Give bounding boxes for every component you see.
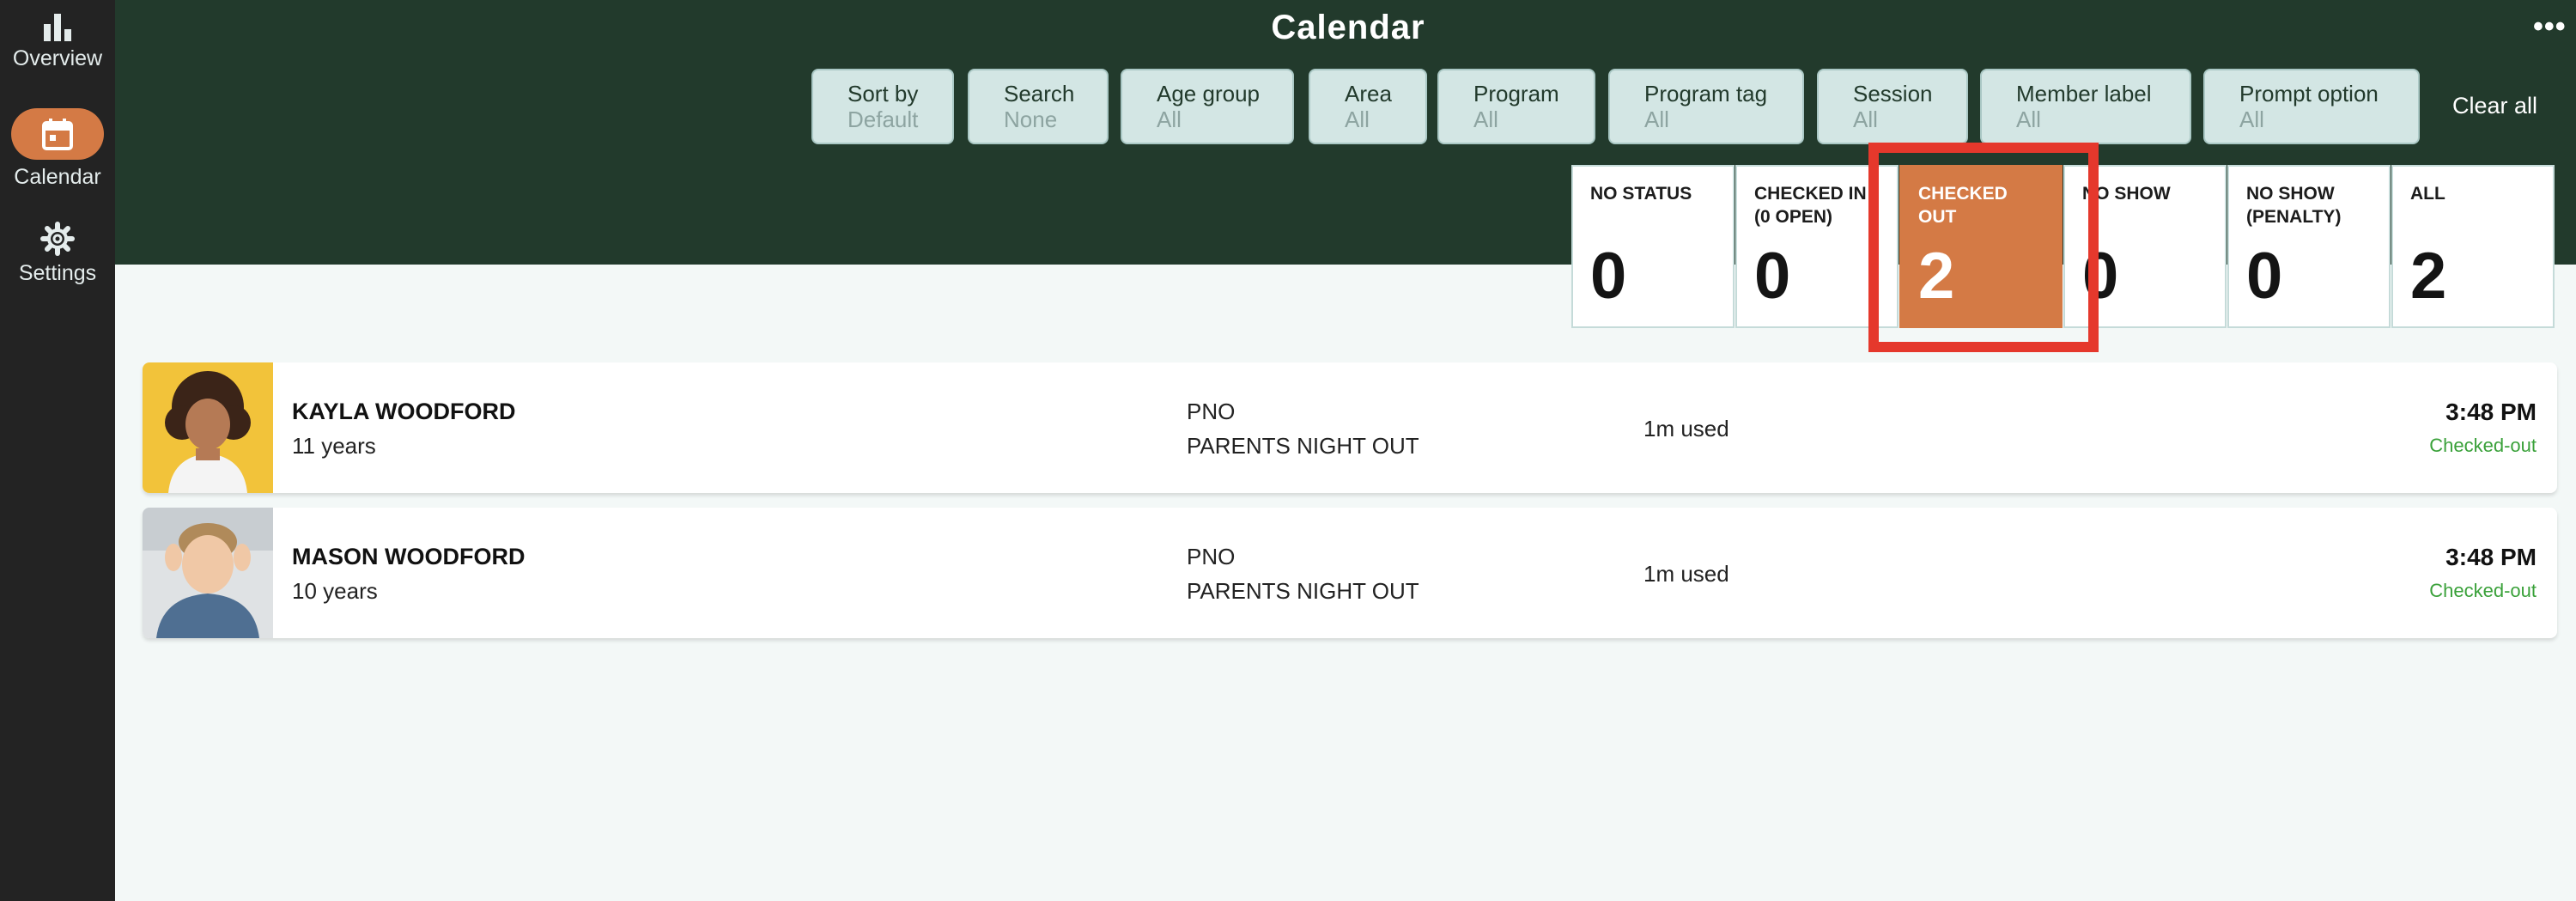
active-indicator bbox=[11, 108, 104, 160]
status-text: Checked-out bbox=[2429, 580, 2537, 601]
filter-value: All bbox=[2239, 107, 2264, 132]
filter-value: None bbox=[1004, 107, 1058, 132]
sidebar-item-calendar[interactable]: Calendar bbox=[0, 108, 115, 190]
filter-sort-by[interactable]: Sort by Default bbox=[811, 69, 954, 144]
sidebar-item-label: Calendar bbox=[14, 165, 101, 189]
member-age: 10 years bbox=[292, 578, 378, 604]
filter-area[interactable]: Area All bbox=[1309, 69, 1427, 144]
filter-label: Program tag bbox=[1644, 81, 1768, 107]
bar-chart-icon bbox=[44, 14, 71, 41]
filter-value: All bbox=[2016, 107, 2041, 132]
filter-search[interactable]: Search None bbox=[968, 69, 1109, 144]
filter-value: All bbox=[1473, 107, 1498, 132]
filter-program[interactable]: Program All bbox=[1437, 69, 1595, 144]
filter-value: All bbox=[1644, 107, 1669, 132]
member-name: MASON WOODFORD bbox=[292, 544, 526, 569]
filter-label: Prompt option bbox=[2239, 81, 2379, 107]
clear-all-button[interactable]: Clear all bbox=[2452, 93, 2537, 119]
status-card-label: NO SHOW bbox=[2082, 184, 2171, 204]
filter-age-group[interactable]: Age group All bbox=[1121, 69, 1294, 144]
status-card-label: ALL bbox=[2410, 184, 2445, 204]
filter-label: Session bbox=[1853, 81, 1933, 107]
filter-value: Default bbox=[848, 107, 919, 132]
filter-session[interactable]: Session All bbox=[1817, 69, 1968, 144]
filter-value: All bbox=[1853, 107, 1878, 132]
program-name: PARENTS NIGHT OUT bbox=[1187, 433, 1419, 459]
filter-label: Sort by bbox=[848, 81, 919, 107]
status-card-count: 0 bbox=[2246, 240, 2283, 313]
filter-prompt-option[interactable]: Prompt option All bbox=[2203, 69, 2420, 144]
avatar bbox=[143, 508, 273, 638]
status-card-label: NO SHOW (PENALTY) bbox=[2246, 184, 2342, 227]
usage-text: 1m used bbox=[1643, 416, 1729, 441]
status-card-count: 0 bbox=[1590, 240, 1627, 313]
filter-label: Area bbox=[1345, 81, 1392, 107]
avatar bbox=[143, 362, 273, 493]
filter-value: All bbox=[1157, 107, 1182, 132]
filter-label: Member label bbox=[2016, 81, 2152, 107]
filter-label: Program bbox=[1473, 81, 1559, 107]
status-card-no-status[interactable]: NO STATUS 0 bbox=[1571, 165, 1735, 328]
gear-icon bbox=[40, 222, 75, 256]
filter-label: Age group bbox=[1157, 81, 1260, 107]
usage-text: 1m used bbox=[1643, 561, 1729, 587]
filter-program-tag[interactable]: Program tag All bbox=[1608, 69, 1804, 144]
program-code: PNO bbox=[1187, 544, 1236, 569]
more-options-button[interactable]: ••• bbox=[2533, 10, 2567, 44]
filter-value: All bbox=[1345, 107, 1370, 132]
checkout-time: 3:48 PM bbox=[2445, 544, 2537, 570]
filter-label: Search bbox=[1004, 81, 1075, 107]
status-card-label: NO STATUS bbox=[1590, 184, 1692, 204]
checkout-time: 3:48 PM bbox=[2445, 399, 2537, 425]
sidebar-item-label: Settings bbox=[18, 261, 97, 285]
status-card-count: 2 bbox=[2410, 240, 2447, 313]
status-text: Checked-out bbox=[2429, 435, 2537, 456]
highlight-annotation bbox=[1868, 143, 2099, 352]
member-name: KAYLA WOODFORD bbox=[292, 399, 516, 424]
status-card-count: 0 bbox=[2082, 240, 2119, 313]
program-code: PNO bbox=[1187, 399, 1236, 424]
table-row[interactable]: KAYLA WOODFORD 11 years PNO PARENTS NIGH… bbox=[143, 362, 2557, 493]
sidebar: Overview Calendar Settings bbox=[0, 0, 115, 901]
sidebar-item-settings[interactable]: Settings bbox=[0, 222, 115, 286]
filter-member-label[interactable]: Member label All bbox=[1980, 69, 2191, 144]
calendar-icon bbox=[42, 119, 73, 150]
sidebar-item-overview[interactable]: Overview bbox=[0, 12, 115, 71]
status-card-no-show-penalty[interactable]: NO SHOW (PENALTY) 0 bbox=[2227, 165, 2391, 328]
member-age: 11 years bbox=[292, 433, 376, 459]
page-title: Calendar bbox=[1271, 9, 1425, 46]
status-card-all[interactable]: ALL 2 bbox=[2391, 165, 2555, 328]
table-row[interactable]: MASON WOODFORD 10 years PNO PARENTS NIGH… bbox=[143, 508, 2557, 638]
sidebar-item-label: Overview bbox=[12, 46, 103, 70]
program-name: PARENTS NIGHT OUT bbox=[1187, 578, 1419, 604]
